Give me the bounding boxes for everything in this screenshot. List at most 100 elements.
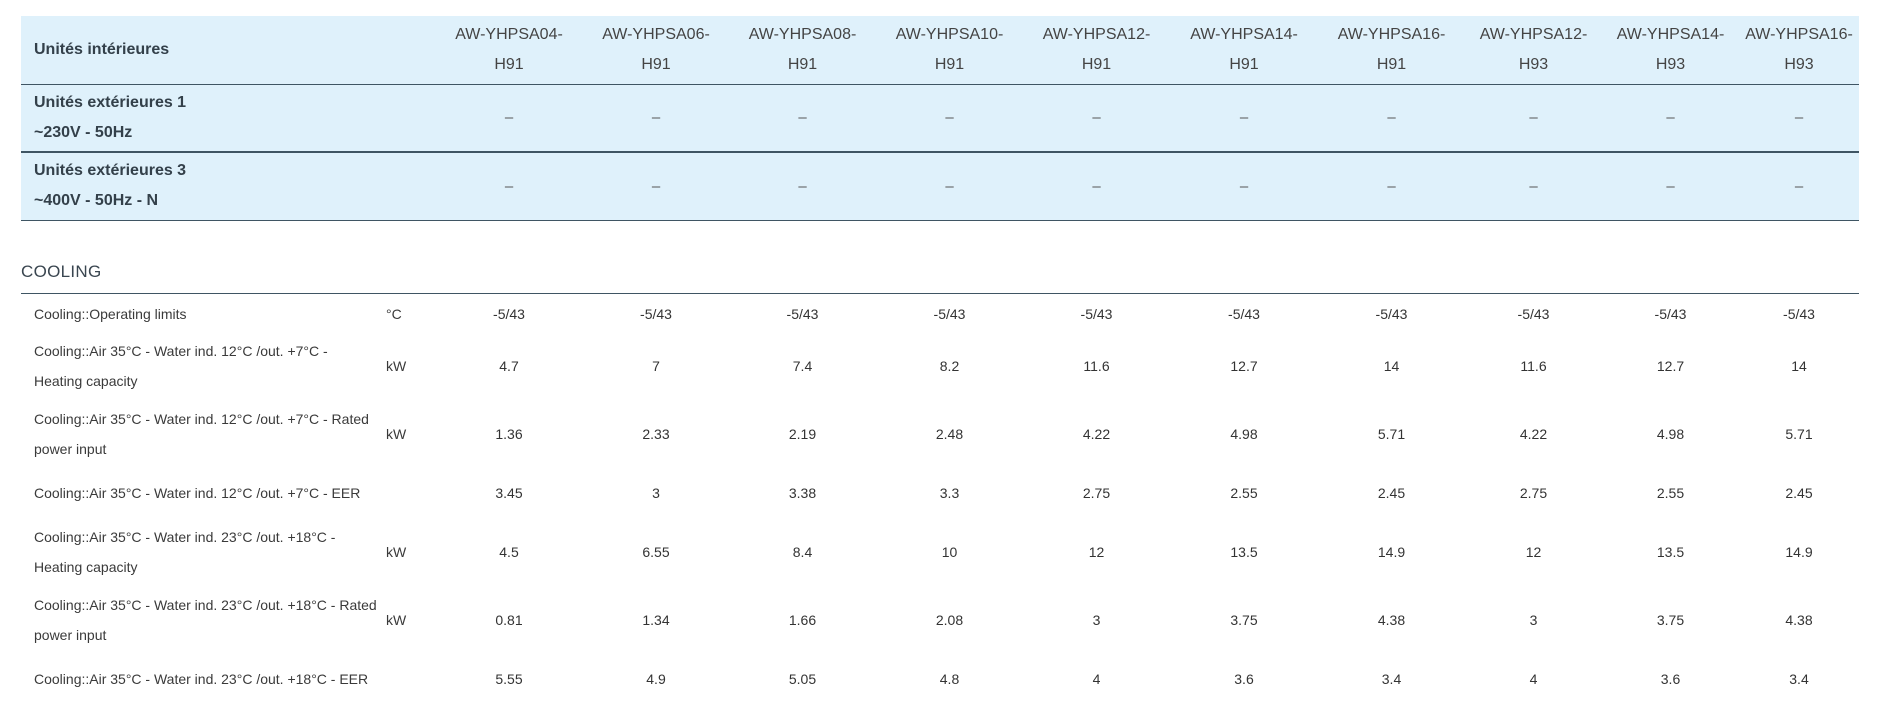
cell-value: 3.38 (788, 485, 817, 501)
section-title: COOLING (21, 262, 102, 281)
cell-value: 3.3 (939, 485, 960, 501)
cell-value: -5/43 (1654, 306, 1687, 322)
row-unit: kW (386, 358, 407, 374)
table-row: Cooling::Air 35°C - Water ind. 23°C /out… (21, 518, 1859, 586)
cell-value: 4.7 (499, 358, 519, 374)
cell-value: 2.75 (1082, 485, 1111, 501)
model-header: AW-YHPSA06- H91 (583, 16, 729, 84)
outdoor-units-3-label: Unités extérieures 3 ~400V - 50Hz - N (21, 152, 435, 220)
cell-value: 5.05 (788, 671, 817, 687)
cell-value: – (1318, 84, 1465, 152)
table-row: Cooling::Air 35°C - Water ind. 12°C /out… (21, 468, 1859, 518)
cell-value: -5/43 (933, 306, 966, 322)
row-label: Cooling::Air 35°C - Water ind. 12°C /out… (34, 411, 369, 457)
cell-value: 3.4 (1381, 671, 1402, 687)
table-row: Cooling::Air 35°C - Water ind. 23°C /out… (21, 586, 1859, 654)
cell-value: – (1170, 84, 1318, 152)
cell-value: 3.6 (1660, 671, 1681, 687)
cell-value: 4.5 (499, 544, 519, 560)
cell-value: 2.75 (1519, 485, 1548, 501)
table-row: Cooling::Air 35°C - Water ind. 12°C /out… (21, 332, 1859, 400)
cell-value: 4 (1092, 671, 1101, 687)
cell-value: 3.75 (1230, 612, 1258, 628)
cell-value: 1.36 (495, 426, 523, 442)
row-label: Cooling::Air 35°C - Water ind. 12°C /out… (34, 485, 361, 501)
cell-value: 8.4 (792, 544, 813, 560)
cell-value: 14.9 (1785, 544, 1813, 560)
cell-value: 3.75 (1656, 612, 1685, 628)
outdoor-units-1-label: Unités extérieures 1 ~230V - 50Hz (21, 84, 435, 152)
row-label: Cooling::Air 35°C - Water ind. 12°C /out… (34, 343, 328, 389)
cell-value: 1.66 (788, 612, 817, 628)
cell-value: – (1023, 84, 1170, 152)
cell-value: 2.45 (1785, 485, 1813, 501)
cell-value: – (1739, 84, 1859, 152)
cell-value: 0.81 (495, 612, 523, 628)
header-table: Unités intérieures AW-YHPSA04- H91 AW-YHP… (21, 16, 1859, 221)
cell-value: 11.6 (1083, 358, 1110, 374)
cell-value: -5/43 (1228, 306, 1260, 322)
cell-value: 3 (1092, 612, 1101, 628)
cell-value: 10 (941, 544, 958, 560)
cell-value: 7 (652, 358, 660, 374)
model-header: AW-YHPSA16- H91 (1318, 16, 1465, 84)
row-unit: °C (386, 306, 402, 322)
cell-value: 4 (1529, 671, 1538, 687)
cell-value: -5/43 (640, 306, 672, 322)
cell-value: 2.55 (1230, 485, 1258, 501)
cell-value: 4.22 (1519, 426, 1548, 442)
cell-value: 4.22 (1082, 426, 1111, 442)
cell-value: 2.33 (642, 426, 670, 442)
cell-value: 12 (1525, 544, 1542, 560)
cell-value: -5/43 (493, 306, 525, 322)
cell-value: 4.8 (939, 671, 960, 687)
cell-value: 11.6 (1520, 358, 1547, 374)
cooling-rows: Cooling::Operating limits °C -5/43 -5/43 -5/… (21, 296, 1859, 704)
row-unit: kW (386, 426, 407, 442)
cell-value: -5/43 (1517, 306, 1550, 322)
row-unit: kW (386, 612, 407, 628)
cell-value: 6.55 (642, 544, 670, 560)
table-row: Cooling::Air 35°C - Water ind. 12°C /out… (21, 400, 1859, 468)
cell-value: – (583, 84, 729, 152)
cell-value: 3.4 (1789, 671, 1809, 687)
cell-value: 2.08 (935, 612, 964, 628)
model-header: AW-YHPSA12- H91 (1023, 16, 1170, 84)
row-unit: kW (386, 544, 407, 560)
cell-value: 12 (1088, 544, 1105, 560)
row-label: Cooling::Operating limits (34, 306, 187, 322)
cell-value: 14.9 (1377, 544, 1406, 560)
cell-value: 5.71 (1377, 426, 1406, 442)
cell-value: 4.98 (1230, 426, 1258, 442)
cell-value: -5/43 (786, 306, 819, 322)
cell-value: – (729, 84, 876, 152)
cell-value: – (1318, 152, 1465, 220)
cell-value: – (1602, 152, 1739, 220)
cell-value: 13.5 (1656, 544, 1685, 560)
cell-value: – (729, 152, 876, 220)
row-label: Cooling::Air 35°C - Water ind. 23°C /out… (34, 671, 369, 687)
row-unit (378, 654, 435, 704)
cell-value: 2.48 (935, 426, 964, 442)
outdoor-units-3-row: Unités extérieures 3 ~400V - 50Hz - N – –… (21, 152, 1859, 220)
cell-value: – (876, 152, 1023, 220)
cell-value: 2.45 (1377, 485, 1406, 501)
cooling-table: Cooling::Operating limits °C -5/43 -5/43 -5/… (21, 296, 1859, 704)
cell-value: 14 (1383, 358, 1400, 374)
row-unit (378, 468, 435, 518)
spec-table-header: Unités intérieures AW-YHPSA04- H91 AW-YHP… (21, 16, 1859, 221)
indoor-units-row: Unités intérieures AW-YHPSA04- H91 AW-YHP… (21, 16, 1859, 84)
cell-value: – (435, 152, 583, 220)
model-header: AW-YHPSA08- H91 (729, 16, 876, 84)
cell-value: -5/43 (1783, 306, 1815, 322)
model-header: AW-YHPSA10- H91 (876, 16, 1023, 84)
cell-value: – (1170, 152, 1318, 220)
cell-value: 3.6 (1234, 671, 1254, 687)
cell-value: 5.55 (495, 671, 523, 687)
cell-value: – (1602, 84, 1739, 152)
cell-value: – (876, 84, 1023, 152)
cell-value: – (1465, 84, 1602, 152)
cell-value: -5/43 (1375, 306, 1408, 322)
outdoor-units-1-row: Unités extérieures 1 ~230V - 50Hz – – – –… (21, 84, 1859, 152)
cell-value: 13.5 (1230, 544, 1258, 560)
